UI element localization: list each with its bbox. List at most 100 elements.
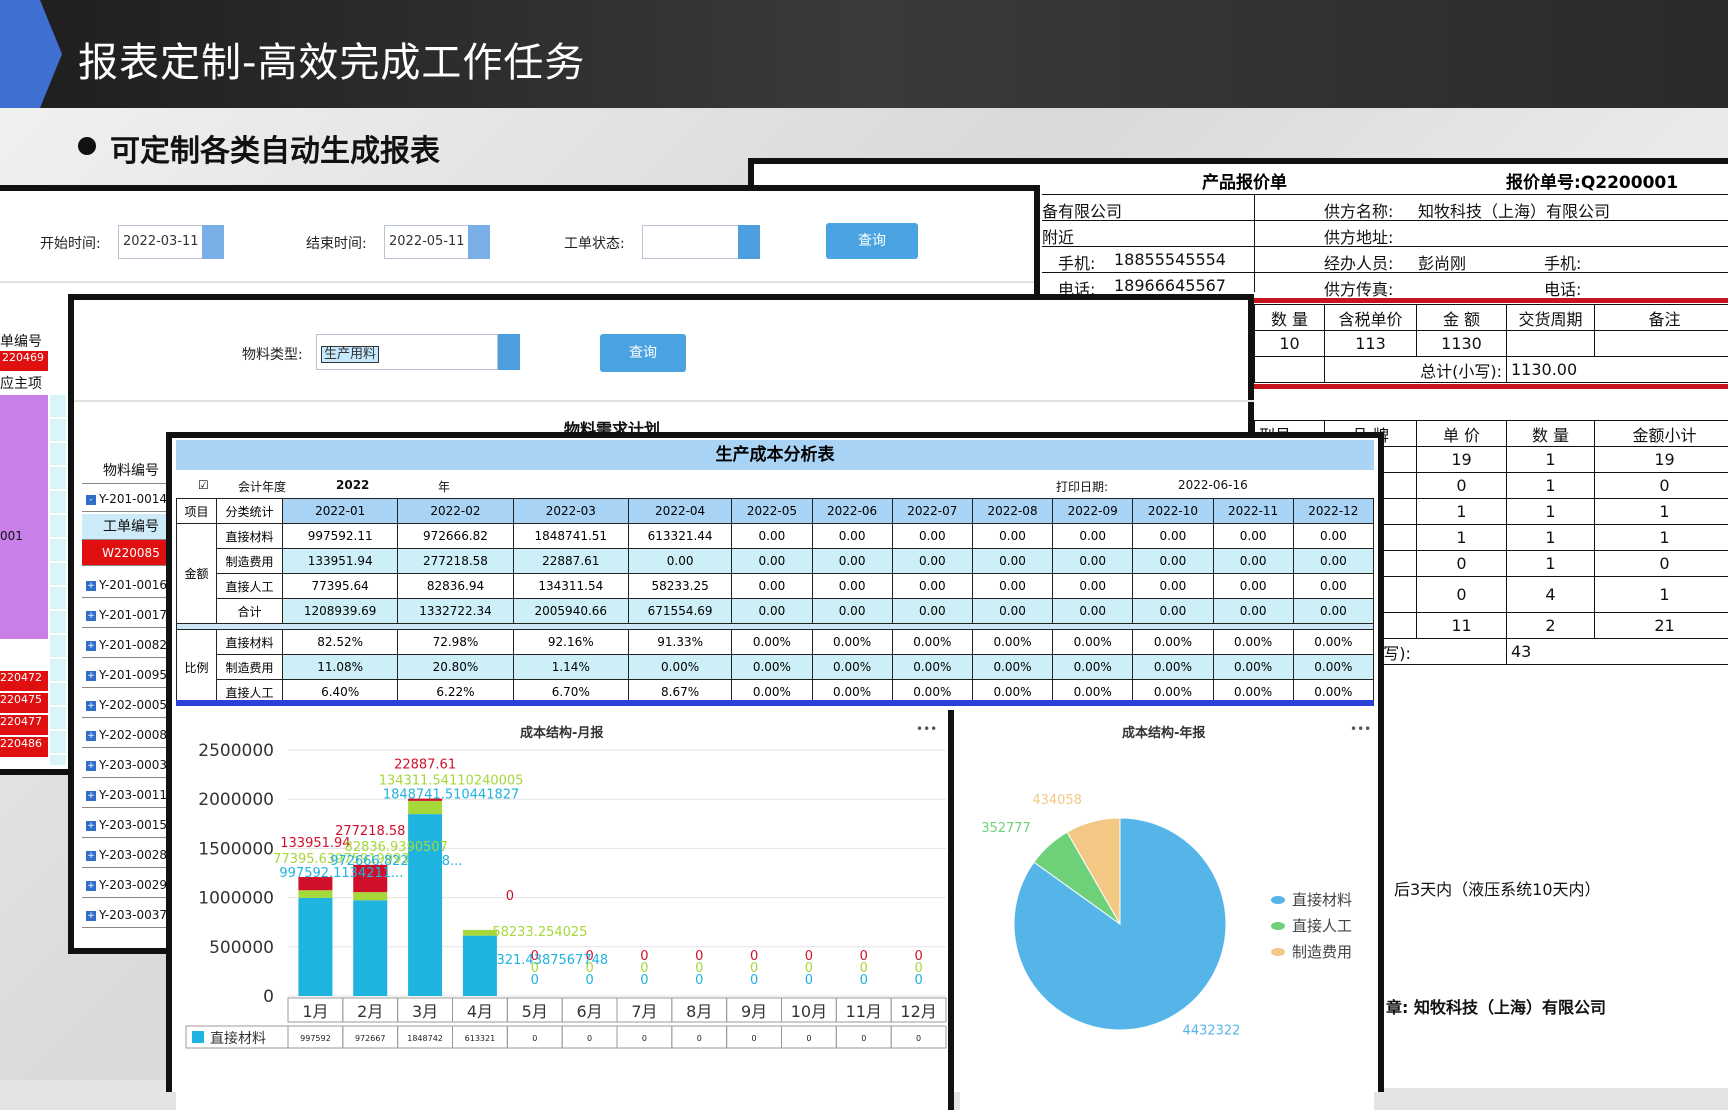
order-row-red[interactable]: 220475 <box>0 693 48 713</box>
table-cell: 0.00% <box>731 629 813 655</box>
x-tick-label: 4月 <box>467 1002 493 1021</box>
material-item[interactable]: + Y-203-0029 <box>82 872 176 898</box>
table-cell: 77395.64 <box>281 573 399 599</box>
calendar-icon[interactable] <box>202 225 224 259</box>
group-label: 金额 <box>176 523 217 624</box>
x-tick-label: 11月 <box>846 1002 882 1021</box>
material-item[interactable]: + Y-202-0008 <box>82 722 176 748</box>
print-date-label: 打印日期: <box>1056 480 1109 494</box>
table-cell: 0.00% <box>811 654 893 680</box>
y-tick-label: 0 <box>263 987 274 1007</box>
table-cell: 0.00 <box>1132 573 1214 599</box>
table-cell: 0.00% <box>811 629 893 655</box>
quote-items-table: 数 量含税单价金 额交货周期 备注 10 113 1130 总计(小写): 1130.0… <box>1254 304 1728 383</box>
mobile-label: 手机: <box>1544 254 1582 273</box>
table-cell: 613321.44 <box>627 523 733 549</box>
group-label: 比例 <box>176 629 217 705</box>
row-label: 制造费用 <box>216 548 283 574</box>
data-label: 0 <box>805 973 813 988</box>
order-row-red[interactable]: 220477 <box>0 715 48 735</box>
data-label: 277218.58 <box>335 824 405 839</box>
year-unit: 年 <box>438 480 451 494</box>
bar-segment <box>408 800 443 815</box>
order-row-red[interactable]: 220469 <box>0 351 48 371</box>
handler-name: 彭尚刚 <box>1418 254 1467 273</box>
data-label: 0 <box>531 973 539 988</box>
table-cell: 0.00 <box>891 523 973 549</box>
table-cell: 11.08% <box>281 654 399 680</box>
legend-label: 直接人工 <box>1292 917 1352 935</box>
order-row-red[interactable]: 220472 <box>0 671 48 691</box>
month-header: 2022-05 <box>731 498 813 524</box>
slide-subtitle: 可定制各类自动生成报表 <box>110 134 440 169</box>
x-tick-label: 9月 <box>741 1002 767 1021</box>
material-item[interactable]: - Y-201-0014 <box>82 486 176 512</box>
material-item[interactable]: + Y-201-0017 <box>82 602 176 628</box>
table-cell: 134311.54 <box>512 573 629 599</box>
material-item[interactable]: + Y-203-0037 <box>82 902 176 928</box>
bom-header: 应主项 <box>0 376 42 392</box>
banner-chevron-icon <box>0 0 62 108</box>
y-tick-label: 500000 <box>209 938 274 958</box>
table-cell: 0.00 <box>731 548 813 574</box>
delivery-note: 后3天内（液压系统10天内） <box>1394 880 1601 899</box>
material-item[interactable]: + Y-201-0095 <box>82 662 176 688</box>
material-item[interactable]: + Y-203-0003 <box>82 752 176 778</box>
table-cell: 2005940.66 <box>512 598 629 624</box>
table-cell: 0.00 <box>1212 598 1294 624</box>
status-label: 工单状态: <box>564 236 625 252</box>
table-cell: 0.00% <box>971 654 1054 680</box>
material-type-select[interactable]: 生产用料 <box>316 334 498 370</box>
chevron-down-icon[interactable] <box>498 334 520 370</box>
table-cell: 671554.69 <box>627 598 733 624</box>
table-cell: 0.00 <box>731 598 813 624</box>
legend-label: 直接材料 <box>210 1030 266 1047</box>
y-tick-label: 1000000 <box>198 889 274 909</box>
quote-signature: 章: 知牧科技（上海）有限公司 <box>1386 998 1606 1017</box>
table-value: 0 <box>916 1034 921 1043</box>
material-item[interactable]: + Y-202-0005 <box>82 692 176 718</box>
buyer-tel: 18966645567 <box>1114 276 1226 295</box>
material-item[interactable]: + Y-203-0028 <box>82 842 176 868</box>
table-cell: 0.00 <box>1212 548 1294 574</box>
table-cell: 1.14% <box>512 654 629 680</box>
calendar-icon[interactable] <box>468 225 490 259</box>
bar-segment <box>298 897 333 996</box>
material-item[interactable]: + Y-201-0016 <box>82 572 176 598</box>
slide-title: 报表定制-高效完成工作任务 <box>78 40 586 86</box>
row-label: 合计 <box>216 598 283 624</box>
checkbox-icon[interactable]: ☑ <box>198 478 209 492</box>
col-header: 分类统计 <box>216 498 283 524</box>
cost-table: 项目 分类统计 2022-01 2022-02 2022-03 2022-04 2022-0… <box>176 498 1375 705</box>
table-cell: 0.00 <box>1052 523 1134 549</box>
row-label: 直接材料 <box>216 629 283 655</box>
cost-analysis-window: 生产成本分析表 ☑ 会计年度 2022 年 打印日期: 2022-06-16 项… <box>166 432 1384 1110</box>
table-cell: 0.00 <box>971 523 1054 549</box>
table-cell: 0.00% <box>1212 654 1294 680</box>
pie-value-label: 4432322 <box>1183 1023 1241 1038</box>
table-cell: 277218.58 <box>397 548 514 574</box>
supplier-name: 知牧科技（上海）有限公司 <box>1418 202 1611 221</box>
table-cell: 0.00 <box>811 548 893 574</box>
data-label: 82836.9390507 <box>345 840 448 855</box>
table-cell: 0.00 <box>1212 523 1294 549</box>
order-row-red[interactable]: 220486 <box>0 737 48 757</box>
query-button[interactable]: 查询 <box>600 334 686 372</box>
legend-swatch <box>1271 922 1285 930</box>
table-cell: 0.00% <box>1212 629 1294 655</box>
chevron-down-icon[interactable] <box>738 225 760 259</box>
table-cell: 133951.94 <box>281 548 399 574</box>
table-cell: 82836.94 <box>397 573 514 599</box>
table-cell: 1332722.34 <box>397 598 514 624</box>
material-item[interactable]: + Y-203-0011 <box>82 782 176 808</box>
work-order-value[interactable]: W220085 <box>82 540 176 566</box>
month-header: 2022-09 <box>1052 498 1134 524</box>
buyer-company: 备有限公司 <box>1042 202 1123 221</box>
table-value: 1848742 <box>407 1034 443 1043</box>
table-cell: 0.00% <box>1132 629 1214 655</box>
query-button[interactable]: 查询 <box>826 223 918 259</box>
material-item[interactable]: + Y-201-0082 <box>82 632 176 658</box>
material-item[interactable]: + Y-203-0015 <box>82 812 176 838</box>
table-cell: 0.00 <box>1212 573 1294 599</box>
pie-value-label: 352777 <box>981 821 1031 836</box>
